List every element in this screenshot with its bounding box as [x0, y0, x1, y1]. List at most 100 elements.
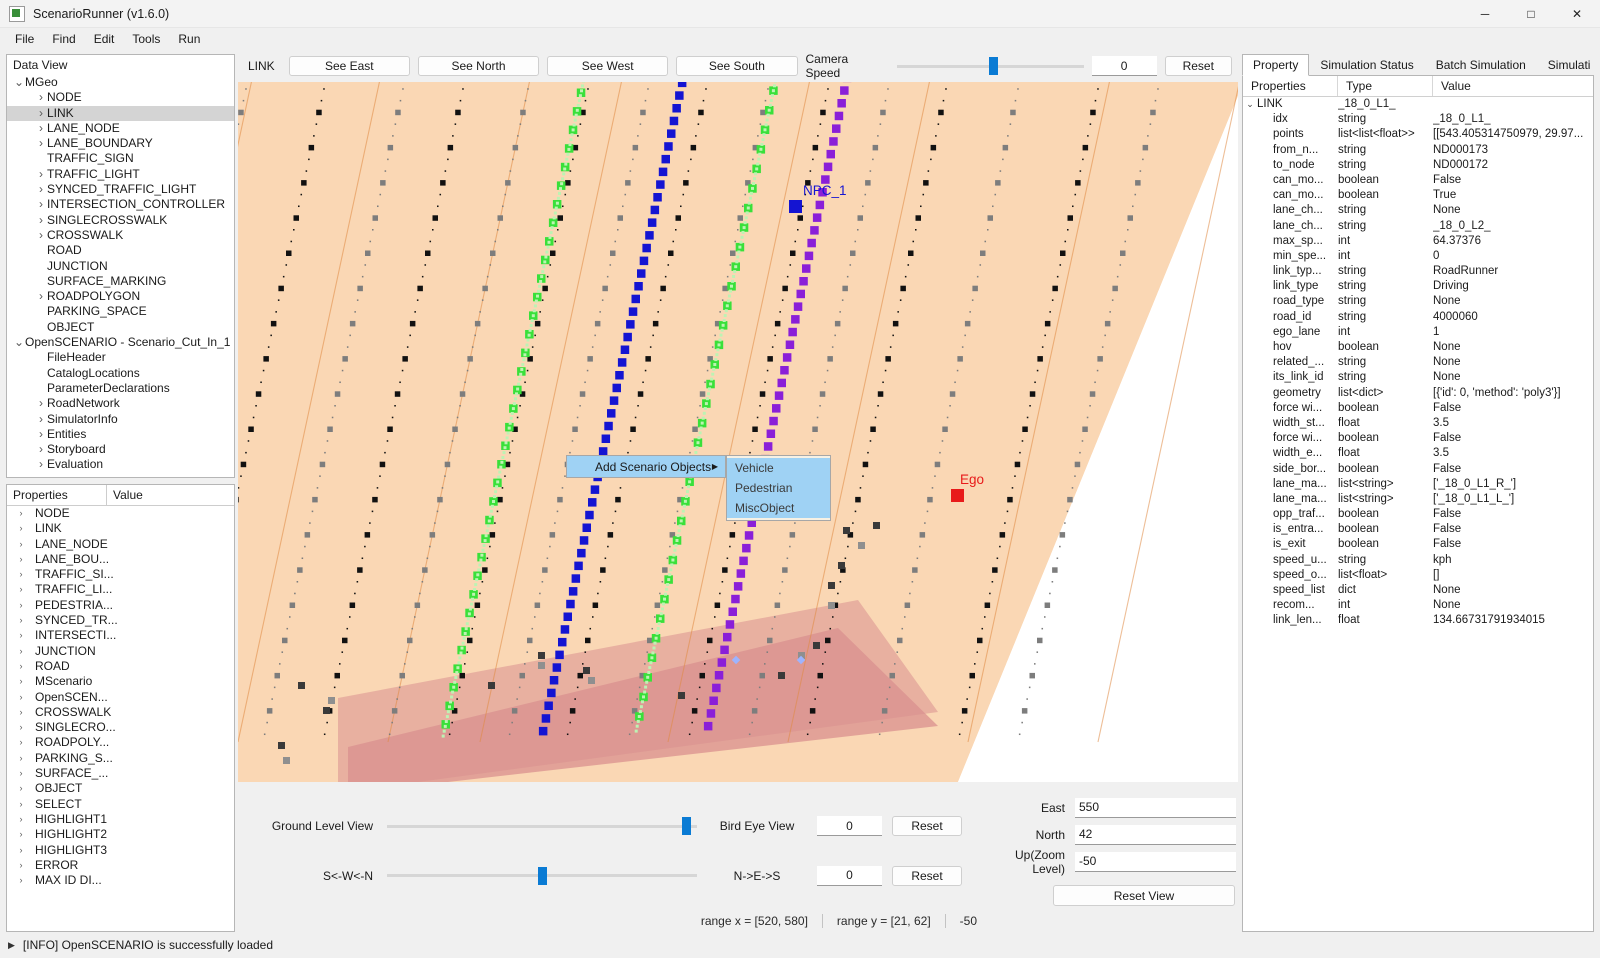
swn-slider[interactable] [387, 866, 697, 886]
tree-item-node[interactable]: ›NODE [7, 90, 234, 105]
chevron-down-icon[interactable]: ⌄ [1243, 97, 1257, 112]
menu-item-tools[interactable]: Tools [123, 30, 169, 48]
chevron-right-icon[interactable]: › [15, 674, 27, 689]
chevron-down-icon[interactable]: ⌄ [13, 335, 25, 350]
chevron-right-icon[interactable]: › [35, 182, 47, 197]
map-canvas-container[interactable]: NPC_1Ego Add Scenario Objects ▶ VehicleP… [238, 82, 1238, 782]
chevron-right-icon[interactable]: › [15, 567, 27, 582]
left-property-item-highlight3[interactable]: ›HIGHLIGHT3 [7, 843, 234, 858]
tab-batch-simulation[interactable]: Batch Simulation [1425, 54, 1537, 76]
chevron-right-icon[interactable]: › [35, 121, 47, 136]
chevron-right-icon[interactable]: › [15, 720, 27, 735]
expand-log-icon[interactable]: ▶ [8, 940, 15, 951]
left-property-item-traffic-si[interactable]: ›TRAFFIC_SI... [7, 567, 234, 582]
property-row[interactable]: force wi...booleanFalse [1243, 401, 1593, 416]
property-row[interactable]: lane_ma...list<string>['_18_0_L1_L_'] [1243, 492, 1593, 507]
left-property-item-singlecro[interactable]: ›SINGLECRO... [7, 720, 234, 735]
chevron-right-icon[interactable]: › [15, 812, 27, 827]
left-property-item-select[interactable]: ›SELECT [7, 797, 234, 812]
chevron-right-icon[interactable]: › [15, 613, 27, 628]
left-property-item-highlight1[interactable]: ›HIGHLIGHT1 [7, 812, 234, 827]
chevron-right-icon[interactable]: › [35, 442, 47, 457]
tab-property[interactable]: Property [1242, 54, 1309, 76]
tree-item-fileheader[interactable]: ›FileHeader [7, 350, 234, 365]
nes-reset-button[interactable]: Reset [892, 866, 962, 886]
tree-item-cataloglocations[interactable]: ›CatalogLocations [7, 366, 234, 381]
bird-eye-reset-button[interactable]: Reset [892, 816, 962, 836]
property-row[interactable]: road_idstring4000060 [1243, 310, 1593, 325]
chevron-down-icon[interactable]: ⌄ [13, 75, 25, 90]
camera-speed-slider[interactable] [897, 56, 1084, 76]
property-row[interactable]: ego_laneint1 [1243, 325, 1593, 340]
chevron-right-icon[interactable]: › [15, 827, 27, 842]
tab-simulation-status[interactable]: Simulation Status [1309, 54, 1424, 76]
left-property-item-synced-tr[interactable]: ›SYNCED_TR... [7, 613, 234, 628]
property-row[interactable]: pointslist<list<float>>[[543.40531475097… [1243, 127, 1593, 142]
tree-item-intersection-controller[interactable]: ›INTERSECTION_CONTROLLER [7, 197, 234, 212]
map-viewport[interactable]: NPC_1Ego Add Scenario Objects ▶ VehicleP… [238, 82, 1238, 782]
nes-value[interactable] [817, 866, 882, 886]
left-property-item-node[interactable]: ›NODE [7, 506, 234, 521]
tree-item-entities[interactable]: ›Entities [7, 427, 234, 442]
left-property-item-roadpoly[interactable]: ›ROADPOLY... [7, 735, 234, 750]
tree-item-road[interactable]: ›ROAD [7, 243, 234, 258]
left-property-item-object[interactable]: ›OBJECT [7, 781, 234, 796]
tree-item-simulatorinfo[interactable]: ›SimulatorInfo [7, 412, 234, 427]
chevron-right-icon[interactable]: › [35, 213, 47, 228]
property-row[interactable]: max_sp...int64.37376 [1243, 234, 1593, 249]
chevron-right-icon[interactable]: › [35, 427, 47, 442]
chevron-right-icon[interactable]: › [15, 552, 27, 567]
bird-eye-view-value[interactable] [817, 816, 882, 836]
left-property-item-junction[interactable]: ›JUNCTION [7, 644, 234, 659]
property-row[interactable]: geometrylist<dict>[{'id': 0, 'method': '… [1243, 386, 1593, 401]
property-row[interactable]: side_bor...booleanFalse [1243, 462, 1593, 477]
chevron-right-icon[interactable]: › [15, 781, 27, 796]
tree-item-lane-node[interactable]: ›LANE_NODE [7, 121, 234, 136]
property-row[interactable]: lane_ch...stringNone [1243, 203, 1593, 218]
chevron-right-icon[interactable]: › [15, 766, 27, 781]
tree-item-link[interactable]: ›LINK [7, 106, 234, 121]
see-north-button[interactable]: See North [418, 56, 539, 76]
left-property-item-intersecti[interactable]: ›INTERSECTI... [7, 628, 234, 643]
tree-item-roadnetwork[interactable]: ›RoadNetwork [7, 396, 234, 411]
context-menu-submenu[interactable]: VehiclePedestrianMiscObject [726, 455, 831, 521]
tree-item-storyboard[interactable]: ›Storyboard [7, 442, 234, 457]
menu-item-find[interactable]: Find [43, 30, 84, 48]
chevron-right-icon[interactable]: › [35, 167, 47, 182]
close-button[interactable]: ✕ [1554, 0, 1600, 28]
context-submenu-item-vehicle[interactable]: Vehicle [727, 458, 830, 478]
chevron-right-icon[interactable]: › [35, 396, 47, 411]
menu-item-edit[interactable]: Edit [85, 30, 124, 48]
property-row[interactable]: force wi...booleanFalse [1243, 431, 1593, 446]
tree-item-object[interactable]: ›OBJECT [7, 320, 234, 335]
chevron-right-icon[interactable]: › [15, 751, 27, 766]
tab-simulati[interactable]: Simulati [1537, 54, 1600, 76]
property-row[interactable]: its_link_idstringNone [1243, 370, 1593, 385]
property-row[interactable]: related_...stringNone [1243, 355, 1593, 370]
tree-item-crosswalk[interactable]: ›CROSSWALK [7, 228, 234, 243]
left-property-item-pedestria[interactable]: ›PEDESTRIA... [7, 598, 234, 613]
chevron-right-icon[interactable]: › [15, 598, 27, 613]
chevron-right-icon[interactable]: › [15, 644, 27, 659]
chevron-right-icon[interactable]: › [15, 705, 27, 720]
property-row[interactable]: can_mo...booleanTrue [1243, 188, 1593, 203]
right-tab-bar[interactable]: PropertySimulation StatusBatch Simulatio… [1242, 54, 1594, 76]
property-row[interactable]: is_entra...booleanFalse [1243, 522, 1593, 537]
context-submenu-item-miscobject[interactable]: MiscObject [727, 498, 830, 518]
chevron-right-icon[interactable]: › [15, 858, 27, 873]
entity-marker-icon[interactable] [951, 489, 964, 502]
property-row[interactable]: idxstring_18_0_L1_ [1243, 112, 1593, 127]
chevron-right-icon[interactable]: › [15, 521, 27, 536]
property-row[interactable]: can_mo...booleanFalse [1243, 173, 1593, 188]
tree-item-parameterdeclarations[interactable]: ›ParameterDeclarations [7, 381, 234, 396]
chevron-right-icon[interactable]: › [15, 690, 27, 705]
east-input[interactable] [1075, 798, 1236, 818]
property-row[interactable]: opp_traf...booleanFalse [1243, 507, 1593, 522]
ground-level-view-knob[interactable] [682, 817, 691, 835]
tree-item-traffic-light[interactable]: ›TRAFFIC_LIGHT [7, 167, 234, 182]
tree-item-traffic-sign[interactable]: ›TRAFFIC_SIGN [7, 151, 234, 166]
property-row[interactable]: speed_u...stringkph [1243, 553, 1593, 568]
context-menu[interactable]: Add Scenario Objects ▶ VehiclePedestrian… [566, 455, 726, 478]
tree-item-junction[interactable]: ›JUNCTION [7, 259, 234, 274]
left-property-item-highlight2[interactable]: ›HIGHLIGHT2 [7, 827, 234, 842]
